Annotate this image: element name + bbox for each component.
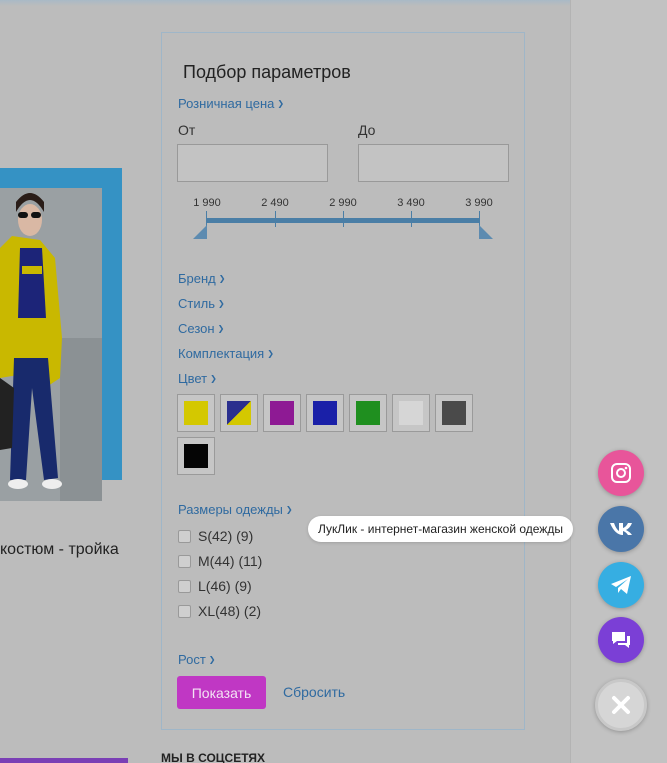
sizes-section-toggle[interactable]: Размеры одежды ❯ <box>178 502 293 517</box>
color-fill <box>270 401 294 425</box>
instagram-facebook-button[interactable] <box>598 450 644 496</box>
price-from-label: От <box>178 122 196 138</box>
price-tick: 2 990 <box>329 197 357 209</box>
brand-section-toggle[interactable]: Бренд ❯ <box>178 271 225 286</box>
color-fill <box>184 401 208 425</box>
chevron-down-icon: ❯ <box>277 99 285 108</box>
size-option[interactable]: S(42) (9) <box>178 528 253 544</box>
color-fill <box>442 401 466 425</box>
close-widget-button[interactable] <box>595 679 647 731</box>
color-swatch-black[interactable] <box>177 437 215 475</box>
season-label: Сезон <box>178 321 215 336</box>
chat-button[interactable] <box>598 617 644 663</box>
reset-link[interactable]: Сбросить <box>283 684 345 700</box>
size-checkbox[interactable] <box>178 554 191 568</box>
color-fill <box>313 401 337 425</box>
product-image[interactable] <box>0 188 102 501</box>
color-section-toggle[interactable]: Цвет ❯ <box>178 371 217 386</box>
size-option-label: M(44) (11) <box>198 553 263 569</box>
chevron-down-icon: ❯ <box>267 349 274 358</box>
color-swatch-navy-yellow[interactable] <box>220 394 258 432</box>
size-option-label: S(42) (9) <box>198 528 254 544</box>
style-label: Стиль <box>178 296 215 311</box>
vk-icon <box>610 523 632 535</box>
telegram-button[interactable] <box>598 562 644 608</box>
telegram-icon <box>611 576 631 594</box>
brand-label: Бренд <box>178 271 216 286</box>
price-tick: 3 490 <box>397 197 425 209</box>
size-checkbox[interactable] <box>178 579 191 593</box>
chevron-down-icon: ❯ <box>218 274 226 283</box>
height-section-toggle[interactable]: Рост ❯ <box>178 652 216 667</box>
chevron-down-icon: ❯ <box>217 324 225 333</box>
chat-icon <box>612 632 630 648</box>
price-section-label: Розничная цена <box>178 96 275 111</box>
size-option[interactable]: XL(48) (2) <box>178 603 261 619</box>
price-from-input[interactable] <box>177 144 328 182</box>
filter-title: Подбор параметров <box>183 62 351 82</box>
buy-button-edge[interactable] <box>0 758 128 763</box>
season-section-toggle[interactable]: Сезон ❯ <box>178 321 224 336</box>
price-scale: 1 990 2 490 2 990 3 490 3 990 <box>162 197 526 211</box>
chevron-down-icon: ❯ <box>208 655 216 664</box>
color-label: Цвет <box>178 371 208 386</box>
color-swatch-purple[interactable] <box>263 394 301 432</box>
vk-button[interactable] <box>598 506 644 552</box>
instagram-icon <box>611 463 631 483</box>
price-section-toggle[interactable]: Розничная цена ❯ <box>178 96 284 111</box>
color-swatch-blue[interactable] <box>306 394 344 432</box>
color-fill <box>399 401 423 425</box>
chevron-up-icon: ❯ <box>210 374 217 383</box>
top-shadow <box>0 0 570 6</box>
smart-filter-panel: Подбор параметров Розничная цена ❯ От До … <box>161 32 525 730</box>
size-checkbox[interactable] <box>178 529 191 543</box>
close-icon <box>612 696 630 714</box>
sizes-label: Размеры одежды <box>178 502 283 517</box>
style-section-toggle[interactable]: Стиль ❯ <box>178 296 225 311</box>
set-label: Комплектация <box>178 346 265 361</box>
show-button[interactable]: Показать <box>177 676 266 709</box>
color-fill <box>227 401 251 425</box>
price-to-input[interactable] <box>358 144 509 182</box>
chevron-up-icon: ❯ <box>285 505 293 514</box>
height-label: Рост <box>178 652 206 667</box>
chevron-down-icon: ❯ <box>217 299 225 308</box>
size-option[interactable]: L(46) (9) <box>178 578 252 594</box>
color-swatch-white[interactable] <box>392 394 430 432</box>
size-option-label: XL(48) (2) <box>198 603 262 619</box>
price-slider-max-handle[interactable] <box>479 225 493 239</box>
price-tick: 1 990 <box>193 197 221 209</box>
size-checkbox[interactable] <box>178 604 191 618</box>
size-option-label: L(46) (9) <box>198 578 252 594</box>
set-section-toggle[interactable]: Комплектация ❯ <box>178 346 274 361</box>
product-frame-fold <box>102 465 122 480</box>
social-heading: МЫ В СОЦСЕТЯХ <box>161 751 266 763</box>
color-swatch-yellow[interactable] <box>177 394 215 432</box>
color-fill <box>356 401 380 425</box>
price-to-label: До <box>358 122 376 138</box>
color-swatch-green[interactable] <box>349 394 387 432</box>
product-title[interactable]: костюм - тройка <box>0 541 119 559</box>
color-fill <box>184 444 208 468</box>
price-slider-min-handle[interactable] <box>193 225 207 239</box>
widget-tooltip: ЛукЛик - интернет-магазин женской одежды <box>308 516 573 542</box>
color-swatch-gray[interactable] <box>435 394 473 432</box>
price-tick: 3 990 <box>465 197 493 209</box>
price-slider-track[interactable] <box>206 218 480 223</box>
price-tick: 2 490 <box>261 197 289 209</box>
size-option[interactable]: M(44) (11) <box>178 553 262 569</box>
